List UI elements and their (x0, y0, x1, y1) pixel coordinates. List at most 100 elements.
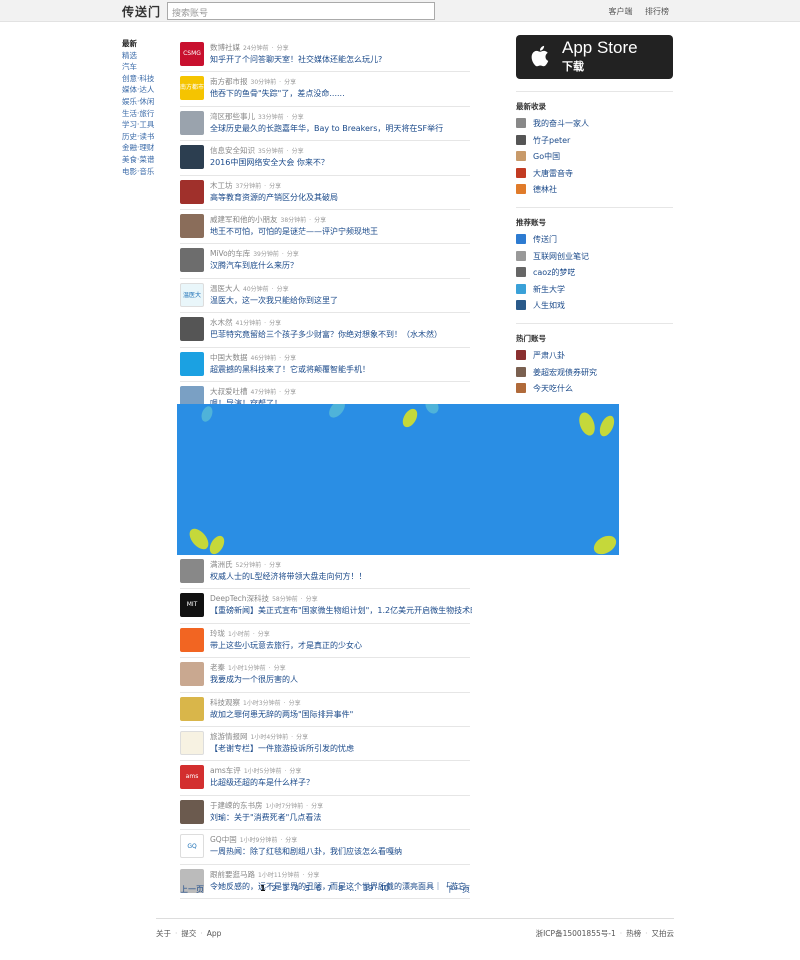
page-number-link[interactable]: 1 (260, 884, 266, 893)
share-link[interactable]: 分享 (314, 217, 326, 224)
page-number-link[interactable]: 3 (283, 884, 288, 893)
page-number-link[interactable]: 6 (316, 884, 321, 893)
source-avatar[interactable]: MIT (180, 593, 204, 618)
source-name[interactable]: 旅游情报网 (210, 732, 248, 741)
share-link[interactable]: 分享 (306, 596, 318, 603)
account-item[interactable]: 大唐雷音寺 (516, 166, 673, 183)
article-title-link[interactable]: 权威人士的L型经济将带领大盘走向何方！！ (210, 571, 472, 582)
source-avatar[interactable]: 南方都市报 (180, 76, 204, 101)
account-item[interactable]: 新生大学 (516, 282, 673, 299)
account-name[interactable]: 竹子peter (533, 135, 570, 146)
article-title-link[interactable]: 故加之罪何患无辞的两场"国际排异事件" (210, 709, 472, 720)
source-avatar[interactable] (180, 248, 204, 273)
article-title-link[interactable]: 汉腾汽车到底什么来历？ (210, 260, 472, 271)
site-logo[interactable]: 传送门 (122, 3, 161, 20)
source-avatar[interactable] (180, 799, 204, 824)
source-name[interactable]: 温医大人 (210, 284, 240, 293)
share-link[interactable]: 分享 (285, 837, 297, 844)
account-item[interactable]: 人生如戏 (516, 298, 673, 315)
source-name[interactable]: 科技观察 (210, 698, 240, 707)
next-page-link[interactable]: 下一页 (446, 884, 470, 895)
page-number-link[interactable]: 40 (379, 884, 389, 893)
source-name[interactable]: 满洲氏 (210, 560, 233, 569)
page-number-link[interactable]: 4 (294, 884, 299, 893)
nav-item[interactable]: 娱乐·休闲 (122, 96, 172, 108)
article-title-link[interactable]: 2016中国网络安全大会 你来不？ (210, 157, 472, 168)
article-title-link[interactable]: 知乎开了个问答聊天室！社交媒体还能怎么玩儿? (210, 54, 472, 65)
account-item[interactable]: 今天吃什么 (516, 381, 673, 398)
source-avatar[interactable]: GQ (180, 834, 204, 859)
article-title-link[interactable]: 地王不可怕，可怕的是谜茫——评沪宁频现地王 (210, 226, 472, 237)
account-item[interactable]: 德林社 (516, 182, 673, 199)
account-name[interactable]: 德林社 (533, 184, 557, 195)
source-name[interactable]: 大叔爱吐槽 (210, 387, 248, 396)
source-avatar[interactable] (180, 110, 204, 135)
nav-item[interactable]: 电影·音乐 (122, 166, 172, 178)
search-input[interactable]: 搜索账号 (167, 2, 435, 20)
account-name[interactable]: 大唐雷音寺 (533, 168, 573, 179)
source-avatar[interactable]: ams (180, 765, 204, 790)
source-avatar[interactable] (180, 559, 204, 583)
source-avatar[interactable] (180, 662, 204, 687)
source-avatar[interactable] (180, 627, 204, 652)
nav-item[interactable]: 学习·工具 (122, 119, 172, 131)
account-item[interactable]: 竹子peter (516, 133, 673, 150)
source-name[interactable]: 跟前要逛马路 (210, 870, 255, 879)
client-link[interactable]: 客户端 (608, 7, 632, 16)
nav-item[interactable]: 创意·科技 (122, 73, 172, 85)
article-title-link[interactable]: 【老谢专栏】一件旅游投诉所引发的忧虑 (210, 743, 472, 754)
share-link[interactable]: 分享 (311, 803, 323, 810)
footer-link[interactable]: 热榜 (626, 929, 641, 938)
page-number-link[interactable]: 39 (363, 884, 373, 893)
account-name[interactable]: Go中国 (533, 151, 560, 162)
share-link[interactable]: 分享 (269, 183, 281, 190)
account-name[interactable]: 传送门 (533, 234, 557, 245)
source-avatar[interactable] (180, 213, 204, 238)
account-name[interactable]: 人生如戏 (533, 300, 565, 311)
share-link[interactable]: 分享 (284, 355, 296, 362)
nav-item[interactable]: 媒体·达人 (122, 84, 172, 96)
account-name[interactable]: 我的奋斗一家人 (533, 118, 589, 129)
source-avatar[interactable] (180, 351, 204, 376)
account-item[interactable]: 传送门 (516, 232, 673, 249)
account-name[interactable]: 今天吃什么 (533, 383, 573, 394)
article-title-link[interactable]: 【重磅新闻】美正式宣布"国家微生物组计划"，1.2亿美元开启微生物技术时代 (210, 605, 472, 616)
account-item[interactable]: caoz的梦呓 (516, 265, 673, 282)
source-name[interactable]: 木工坊 (210, 181, 233, 190)
article-title-link[interactable]: 全球历史最久的长跑嘉年华，Bay to Breakers，明天将在SF举行 (210, 123, 472, 134)
source-avatar[interactable] (180, 696, 204, 721)
article-title-link[interactable]: 高等教育资源的产销区分化及其破局 (210, 192, 472, 203)
share-link[interactable]: 分享 (269, 320, 281, 327)
footer-link[interactable]: 浙ICP备15001855号-1 (536, 929, 616, 938)
article-title-link[interactable]: 他吞下的鱼骨"失踪"了，差点没命...... (210, 88, 472, 99)
share-link[interactable]: 分享 (296, 734, 308, 741)
source-name[interactable]: DeepTech深科技 (210, 594, 269, 603)
nav-item[interactable]: 精选 (122, 50, 172, 62)
footer-link[interactable]: 提交 (181, 929, 196, 938)
share-link[interactable]: 分享 (258, 631, 270, 638)
nav-item[interactable]: 美食·菜谱 (122, 154, 172, 166)
article-title-link[interactable]: 超震撼的黑科技来了！它或将颠覆智能手机！ (210, 364, 472, 375)
account-name[interactable]: 严肃八卦 (533, 350, 565, 361)
nav-item[interactable]: 生活·旅行 (122, 108, 172, 120)
page-number-link[interactable]: 5 (305, 884, 310, 893)
footer-link[interactable]: App (207, 929, 222, 938)
source-name[interactable]: ams车评 (210, 766, 241, 775)
prev-page-link[interactable]: 上一页 (180, 884, 204, 895)
article-title-link[interactable]: 带上这些小玩意去旅行，才是真正的少女心 (210, 640, 472, 651)
source-name[interactable]: 威建军和他的小朋友 (210, 215, 278, 224)
article-title-link[interactable]: 刘瑜：关于"消费死者"几点看法 (210, 812, 472, 823)
source-name[interactable]: 中国大数据 (210, 353, 248, 362)
account-name[interactable]: 新生大学 (533, 284, 565, 295)
source-avatar[interactable] (180, 179, 204, 204)
source-avatar[interactable]: CSMG (180, 42, 204, 66)
source-name[interactable]: 数博社媒 (210, 43, 240, 52)
account-name[interactable]: 姜超宏观债券研究 (533, 367, 597, 378)
account-item[interactable]: Go中国 (516, 149, 673, 166)
account-item[interactable]: 严肃八卦 (516, 348, 673, 365)
source-name[interactable]: 老秦 (210, 663, 225, 672)
source-name[interactable]: MiVo的车库 (210, 249, 250, 258)
nav-item[interactable]: 金融·理财 (122, 142, 172, 154)
account-item[interactable]: 姜超宏观债券研究 (516, 365, 673, 382)
footer-link[interactable]: 又拍云 (652, 929, 675, 938)
